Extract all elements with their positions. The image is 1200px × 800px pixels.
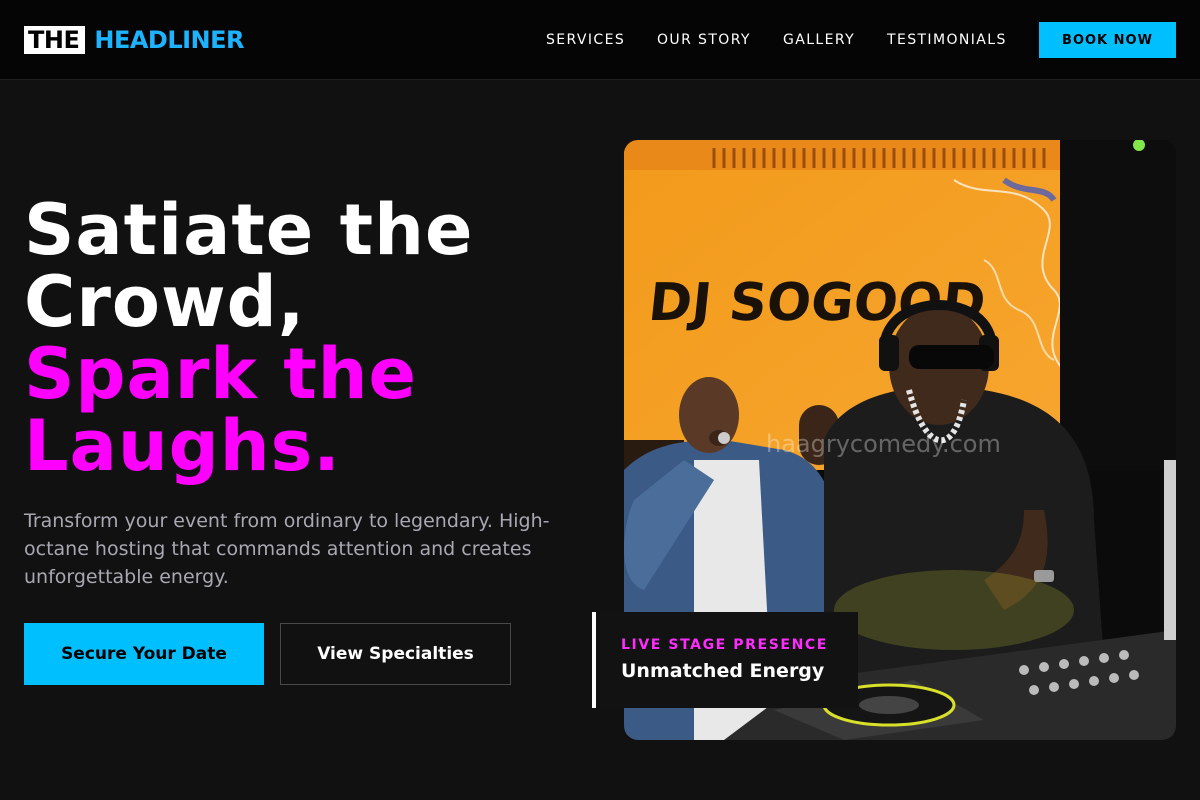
headline-line-4: Laughs. [24, 405, 341, 487]
badge-kicker: LIVE STAGE PRESENCE [621, 637, 828, 653]
logo-wordmark: HEADLINER [94, 26, 245, 54]
view-specialties-button[interactable]: View Specialties [280, 623, 511, 685]
logo[interactable]: THE HEADLINER [24, 26, 245, 54]
headline-line-2: Crowd, [24, 261, 306, 343]
nav-link-testimonials[interactable]: TESTIMONIALS [887, 31, 1007, 49]
hero-subtext: Transform your event from ordinary to le… [24, 510, 550, 588]
headline-line-3: Spark the [24, 333, 417, 415]
hero-headline: Satiate the Crowd, Spark the Laughs. [24, 194, 584, 482]
book-now-button[interactable]: BOOK NOW [1039, 22, 1176, 58]
headline-line-1: Satiate the [24, 189, 474, 271]
nav-link-our-story[interactable]: OUR STORY [657, 31, 751, 49]
secure-date-button[interactable]: Secure Your Date [24, 623, 264, 685]
photo-watermark: haagrycomedy.com [766, 430, 1001, 458]
logo-box-text: THE [24, 26, 86, 54]
nav-link-services[interactable]: SERVICES [546, 31, 625, 49]
badge-title: Unmatched Energy [621, 660, 825, 682]
nav-link-gallery[interactable]: GALLERY [783, 31, 855, 49]
site-header: THE HEADLINER SERVICES OUR STORY GALLERY… [0, 0, 1200, 80]
live-presence-badge: LIVE STAGE PRESENCE Unmatched Energy [592, 612, 858, 708]
